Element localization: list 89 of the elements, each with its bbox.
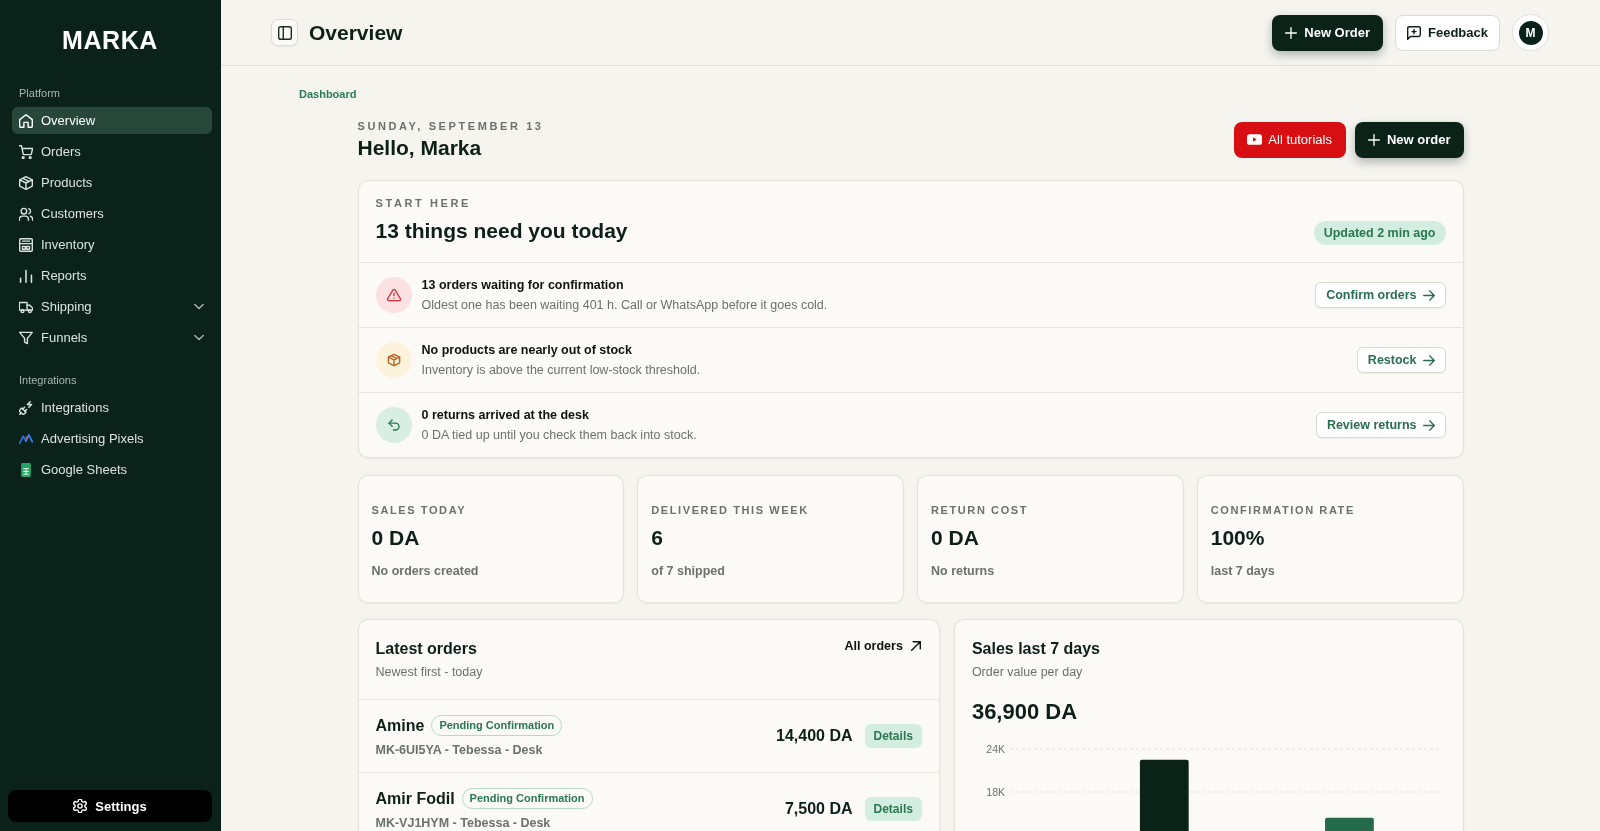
axis-label: 18K [986,785,1005,798]
sidebar-item[interactable]: Integrations [12,394,212,421]
tutorials-button[interactable]: All tutorials [1234,121,1346,158]
video-play-icon [1247,134,1263,145]
stat-label: RETURN COST [931,503,1030,517]
task-title: 0 returns arrived at the desk [421,407,590,423]
panel-subtitle: Order value per day [971,664,1084,680]
sidebar-item[interactable]: Shipping [12,293,212,320]
panel-title: Sales last 7 days [971,639,1100,659]
plug-icon [19,400,33,415]
undo-icon [375,407,412,443]
spreadsheet-icon [21,462,31,477]
stat-note: last 7 days [1210,563,1276,579]
package-icon [375,342,412,378]
sidebar-section-label: Platform [18,86,61,100]
stat-label: SALES TODAY [371,503,468,517]
stat-value: 6 [651,525,664,551]
section-eyebrow: START HERE [375,196,472,210]
updated-badge: Updated 2 min ago [1313,220,1446,245]
task-description: Oldest one has been waiting 401 h. Call or WhatsApp before it goes cold. [421,297,829,313]
bar-chart-icon [19,268,33,283]
axis-label: 24K [986,742,1005,755]
feedback-button[interactable]: Feedback [1395,14,1500,51]
task-description: 0 DA tied up until you check them back into stock. [421,427,698,443]
sidebar-section-label: Integrations [18,373,78,387]
sidebar-panel-icon [277,25,292,40]
sidebar-item[interactable]: Products [12,169,212,196]
card-title: 13 things need you today [375,218,628,244]
stat-value: 0 DA [931,525,980,551]
breadcrumb-link[interactable]: Dashboard [299,88,357,100]
arrow-right-icon [1422,289,1435,301]
stat-note: No returns [931,563,996,579]
details-button[interactable]: Details [864,724,922,748]
order-reference: MK-6UI5YA - Tebessa - Desk [375,741,544,758]
sidebar-item[interactable]: Customers [12,200,212,227]
stat-note: No orders created [371,563,480,579]
sidebar-toggle-button[interactable] [271,19,298,46]
task-action-button[interactable]: Review returns [1315,412,1446,438]
task-description: Inventory is above the current low-stock threshold. [421,362,702,378]
funnel-icon [19,330,33,345]
order-amount: 7,500 DA [784,800,853,818]
customer-name: Amine [375,715,425,736]
stat-value: 0 DA [371,525,421,551]
greeting-title: Hello, Marka [357,136,483,160]
message-plus-icon [1407,25,1421,40]
zigzag-icon [19,431,33,446]
home-icon [19,113,33,128]
order-reference: MK-VJ1HYM - Tebessa - Desk [375,814,552,831]
new-order-button[interactable]: New Order [1272,14,1383,51]
sidebar-item[interactable]: Funnels [12,324,212,351]
task-action-button[interactable]: Restock [1356,347,1446,373]
cart-icon [19,144,33,159]
shelves-icon [19,237,33,252]
arrow-up-right-icon [910,641,921,651]
page-title: Overview [309,20,403,45]
arrow-right-icon [1422,354,1435,366]
greeting-date: SUNDAY, SEPTEMBER 13 [357,119,544,133]
task-action-button[interactable]: Confirm orders [1315,282,1446,308]
users-icon [19,206,33,221]
task-title: No products are nearly out of stock [421,342,633,358]
settings-button[interactable]: Settings [8,790,212,822]
plus-icon [1367,133,1380,146]
arrow-right-icon [1422,419,1435,431]
sidebar-item[interactable]: Inventory [12,231,212,258]
order-amount: 14,400 DA [776,727,853,745]
stat-value: 100% [1210,525,1266,551]
stat-note: of 7 shipped [651,563,726,579]
panel-title: Latest orders [375,639,478,659]
settings-icon [73,799,88,813]
stat-label: DELIVERED THIS WEEK [651,503,810,517]
plus-icon [1285,26,1298,39]
avatar-button[interactable]: M [1512,14,1549,51]
sidebar-item[interactable]: Advertising Pixels [12,425,212,452]
all-orders-link[interactable]: All orders [844,639,922,653]
stat-label: CONFIRMATION RATE [1210,503,1356,517]
panel-subtitle: Newest first - today [375,664,483,680]
logo: MARKA [60,26,159,54]
sales-total: 36,900 DA [970,698,1079,726]
sidebar-item[interactable]: Google Sheets [12,456,212,483]
details-button[interactable]: Details [864,797,922,821]
box-icon [19,175,33,190]
sidebar-item[interactable]: Orders [12,138,212,165]
truck-icon [19,299,33,314]
task-title: 13 orders waiting for confirmation [421,277,625,293]
customer-name: Amir Fodil [375,788,455,809]
new-order-button[interactable]: New order [1354,121,1464,158]
sidebar-item[interactable]: Overview [12,107,212,134]
warning-icon [375,277,412,313]
sidebar-item[interactable]: Reports [12,262,212,289]
